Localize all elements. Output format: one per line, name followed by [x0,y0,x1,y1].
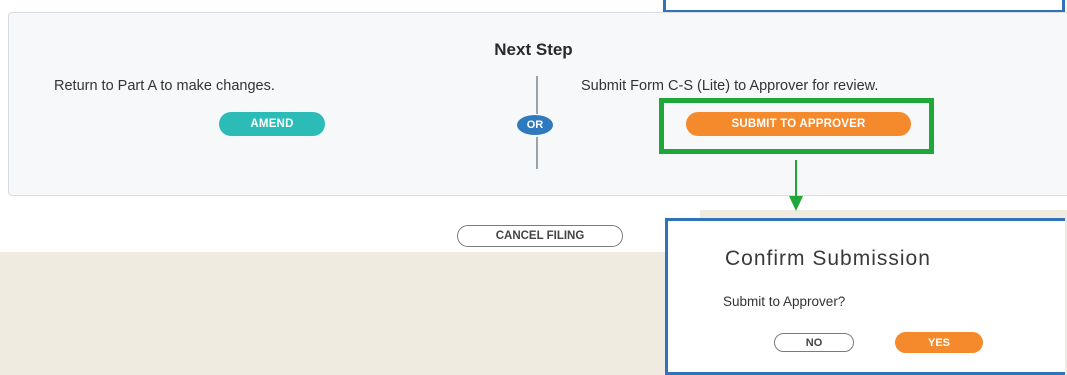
dialog-question: Submit to Approver? [723,294,846,309]
panel-title: Next Step [494,40,573,59]
arrow-head-icon [789,196,803,211]
highlight-box [659,98,934,154]
submit-description: Submit Form C-S (Lite) to Approver for r… [581,78,879,94]
no-button[interactable]: NO [774,333,854,352]
yes-button[interactable]: YES [895,332,983,353]
divider-bottom [536,137,538,169]
confirm-submission-dialog: Confirm Submission Submit to Approver? N… [665,218,1065,375]
cancel-filing-button[interactable]: CANCEL FILING [457,225,623,247]
arrow-down-icon [795,160,797,198]
amend-description: Return to Part A to make changes. [54,78,275,94]
amend-button[interactable]: AMEND [219,112,325,136]
or-badge: OR [517,115,553,135]
divider-top [536,76,538,114]
dialog-title: Confirm Submission [725,247,931,270]
